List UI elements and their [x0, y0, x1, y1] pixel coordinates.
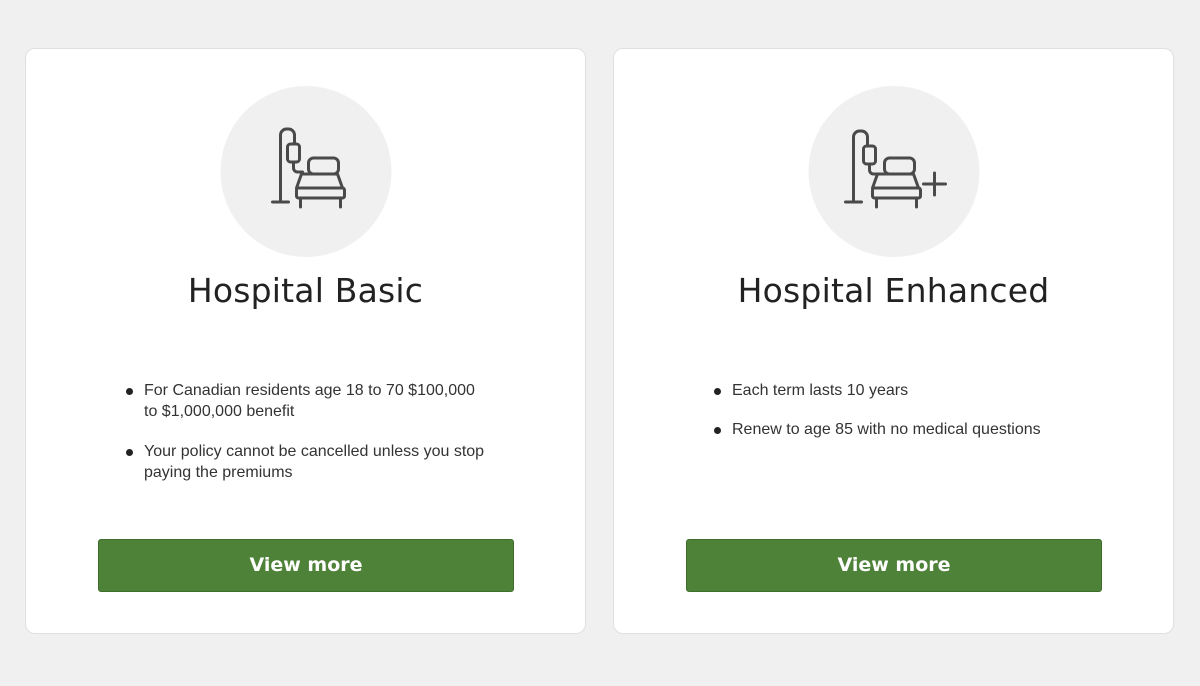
feature-list: Each term lasts 10 years Renew to age 85… — [714, 380, 1114, 458]
list-item: Each term lasts 10 years — [714, 380, 1114, 401]
feature-text: Your policy cannot be cancelled unless y… — [144, 443, 485, 481]
bullet-icon — [126, 449, 133, 456]
hospital-bed-iv-icon — [220, 86, 391, 257]
feature-list: For Canadian residents age 18 to 70 $100… — [126, 380, 486, 502]
list-item: Your policy cannot be cancelled unless y… — [126, 441, 486, 483]
feature-text: For Canadian residents age 18 to 70 $100… — [144, 382, 475, 420]
bullet-icon — [126, 388, 133, 395]
list-item: For Canadian residents age 18 to 70 $100… — [126, 380, 486, 422]
view-more-button[interactable]: View more — [686, 539, 1102, 592]
hospital-enhanced-card: Hospital Enhanced Each term lasts 10 yea… — [613, 48, 1174, 634]
card-title: Hospital Enhanced — [737, 271, 1050, 310]
hospital-bed-iv-plus-icon — [808, 86, 979, 257]
feature-text: Each term lasts 10 years — [732, 382, 909, 399]
list-item: Renew to age 85 with no medical question… — [714, 419, 1114, 440]
bullet-icon — [714, 427, 721, 434]
hospital-basic-card: Hospital Basic For Canadian residents ag… — [25, 48, 586, 634]
card-title: Hospital Basic — [187, 271, 424, 310]
feature-text: Renew to age 85 with no medical question… — [732, 421, 1041, 438]
bullet-icon — [714, 388, 721, 395]
view-more-button[interactable]: View more — [98, 539, 514, 592]
